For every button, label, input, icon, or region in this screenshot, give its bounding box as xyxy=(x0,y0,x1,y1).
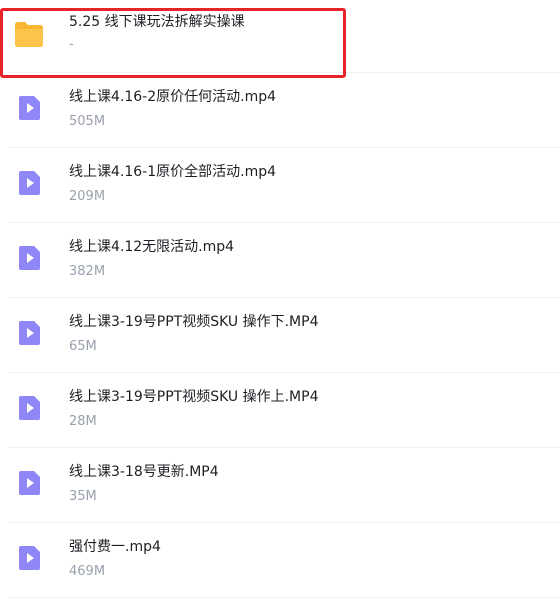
video-file-icon xyxy=(19,471,40,495)
video-file-icon xyxy=(19,246,40,270)
list-item-video[interactable]: 线上课4.16-1原价全部活动.mp4 209M xyxy=(8,148,559,223)
list-item-video[interactable]: 线上课3-18号更新.MP4 35M xyxy=(8,448,559,523)
file-size: 65M xyxy=(69,339,97,354)
file-size: - xyxy=(69,37,74,52)
video-file-icon xyxy=(19,546,40,570)
list-item-video[interactable]: 线上课4.12无限活动.mp4 382M xyxy=(8,223,559,298)
file-name: 线上课3-19号PPT视频SKU 操作上.MP4 xyxy=(69,389,319,405)
file-size: 382M xyxy=(69,264,106,279)
file-name: 强付费一.mp4 xyxy=(69,539,161,555)
video-file-icon xyxy=(19,96,40,120)
video-file-icon xyxy=(19,321,40,345)
video-file-icon xyxy=(19,396,40,420)
list-item-video[interactable]: 强付费一.mp4 469M xyxy=(8,523,559,598)
file-name: 线上课4.12无限活动.mp4 xyxy=(69,239,235,255)
list-item-video[interactable]: 线上课3-19号PPT视频SKU 操作下.MP4 65M xyxy=(8,298,559,373)
file-name: 线上课4.16-1原价全部活动.mp4 xyxy=(69,164,277,180)
file-name: 5.25 线下课玩法拆解实操课 xyxy=(69,14,245,30)
file-name: 线上课4.16-2原价任何活动.mp4 xyxy=(69,89,277,105)
file-name: 线上课3-19号PPT视频SKU 操作下.MP4 xyxy=(69,314,319,330)
list-item-folder[interactable]: 5.25 线下课玩法拆解实操课 - xyxy=(8,0,559,73)
file-size: 28M xyxy=(69,414,97,429)
file-list: 5.25 线下课玩法拆解实操课 - 线上课4.16-2原价任何活动.mp4 50… xyxy=(0,0,559,598)
video-file-icon xyxy=(19,171,40,195)
file-size: 209M xyxy=(69,189,106,204)
file-name: 线上课3-18号更新.MP4 xyxy=(69,464,219,480)
file-size: 469M xyxy=(69,564,106,579)
list-item-video[interactable]: 线上课4.16-2原价任何活动.mp4 505M xyxy=(8,73,559,148)
file-size: 35M xyxy=(69,489,97,504)
folder-icon xyxy=(15,22,43,47)
list-item-video[interactable]: 线上课3-19号PPT视频SKU 操作上.MP4 28M xyxy=(8,373,559,448)
file-size: 505M xyxy=(69,114,106,129)
